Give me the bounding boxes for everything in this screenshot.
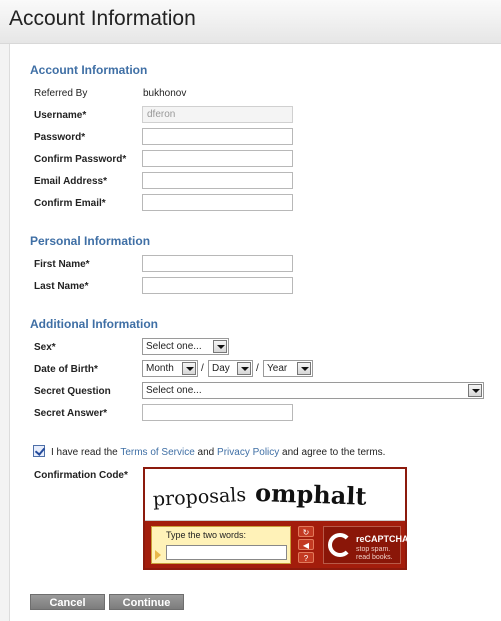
- chevron-down-icon: [468, 384, 482, 397]
- page-title: Account Information: [9, 7, 196, 30]
- email-field[interactable]: [142, 172, 293, 189]
- continue-button[interactable]: Continue: [109, 594, 184, 610]
- first-name-field[interactable]: [142, 255, 293, 272]
- captcha-response-box: Type the two words:: [151, 526, 291, 564]
- page-header: Account Information: [0, 0, 501, 44]
- secret-answer-field[interactable]: [142, 404, 293, 421]
- dob-year-value: Year: [267, 363, 288, 374]
- confirm-email-field[interactable]: [142, 194, 293, 211]
- dob-separator: /: [256, 363, 259, 374]
- terms-of-service-link[interactable]: Terms of Service: [120, 447, 194, 458]
- chevron-down-icon: [237, 362, 251, 375]
- password-field[interactable]: [142, 128, 293, 145]
- captcha-word-1: proposals: [152, 484, 246, 511]
- captcha-image: proposals omphalt: [145, 469, 405, 521]
- cancel-button[interactable]: Cancel: [30, 594, 105, 610]
- dob-label: Date of Birth*: [34, 364, 98, 375]
- dob-month-value: Month: [146, 363, 174, 374]
- last-name-label: Last Name*: [34, 281, 89, 292]
- dob-day-select[interactable]: Day: [208, 360, 253, 377]
- confirm-password-label: Confirm Password*: [34, 154, 127, 165]
- account-section-title: Account Information: [30, 63, 148, 77]
- recaptcha-logo: reCAPTCHA™ stop spam. read books.: [323, 526, 418, 564]
- referred-by-value: bukhonov: [143, 88, 187, 99]
- recaptcha-tagline-2: read books.: [356, 554, 393, 561]
- password-label: Password*: [34, 132, 86, 143]
- captcha-icon-group: ↻ ◀ ?: [298, 526, 318, 564]
- referred-by-label: Referred By: [34, 88, 88, 99]
- secret-question-select[interactable]: Select one...: [142, 382, 484, 399]
- sex-label: Sex*: [34, 342, 56, 353]
- refresh-icon[interactable]: ↻: [298, 526, 314, 537]
- audio-icon[interactable]: ◀: [298, 539, 314, 550]
- recaptcha-circle-icon: [328, 533, 352, 557]
- privacy-policy-link[interactable]: Privacy Policy: [217, 447, 279, 458]
- recaptcha-brand: reCAPTCHA™: [356, 534, 418, 544]
- username-label: Username*: [34, 110, 87, 121]
- secret-answer-label: Secret Answer*: [34, 408, 107, 419]
- chevron-down-icon: [182, 362, 196, 375]
- terms-and: and: [194, 447, 218, 458]
- sex-select-value: Select one...: [146, 341, 202, 352]
- last-name-field[interactable]: [142, 277, 293, 294]
- terms-suffix: and agree to the terms.: [279, 447, 386, 458]
- captcha-word-2: omphalt: [255, 478, 367, 511]
- chevron-down-icon: [297, 362, 311, 375]
- captcha-response-field[interactable]: [166, 545, 287, 560]
- captcha-prompt: Type the two words:: [166, 530, 247, 540]
- additional-section-title: Additional Information: [30, 317, 158, 331]
- arrow-right-icon: [155, 550, 161, 560]
- dob-year-select[interactable]: Year: [263, 360, 313, 377]
- captcha-controls: Type the two words: ↻ ◀ ? reCAPTCHA™ sto…: [145, 521, 418, 568]
- sex-select[interactable]: Select one...: [142, 338, 229, 355]
- terms-checkbox[interactable]: [33, 445, 45, 457]
- email-label: Email Address*: [34, 176, 107, 187]
- recaptcha-tagline-1: stop spam.: [356, 546, 391, 553]
- terms-text: I have read the Terms of Service and Pri…: [51, 447, 385, 458]
- username-field[interactable]: [142, 106, 293, 123]
- secret-question-label: Secret Question: [34, 386, 111, 397]
- confirmation-code-label: Confirmation Code*: [34, 470, 128, 481]
- confirm-email-label: Confirm Email*: [34, 198, 106, 209]
- dob-month-select[interactable]: Month: [142, 360, 198, 377]
- chevron-down-icon: [213, 340, 227, 353]
- secret-question-value: Select one...: [146, 385, 202, 396]
- dob-separator: /: [201, 363, 204, 374]
- terms-prefix: I have read the: [51, 447, 121, 458]
- first-name-label: First Name*: [34, 259, 90, 270]
- recaptcha-widget: proposals omphalt Type the two words: ↻ …: [143, 467, 418, 570]
- dob-day-value: Day: [212, 363, 230, 374]
- help-icon[interactable]: ?: [298, 552, 314, 563]
- personal-section-title: Personal Information: [30, 234, 151, 248]
- recaptcha-tagline: stop spam. read books.: [356, 546, 393, 562]
- confirm-password-field[interactable]: [142, 150, 293, 167]
